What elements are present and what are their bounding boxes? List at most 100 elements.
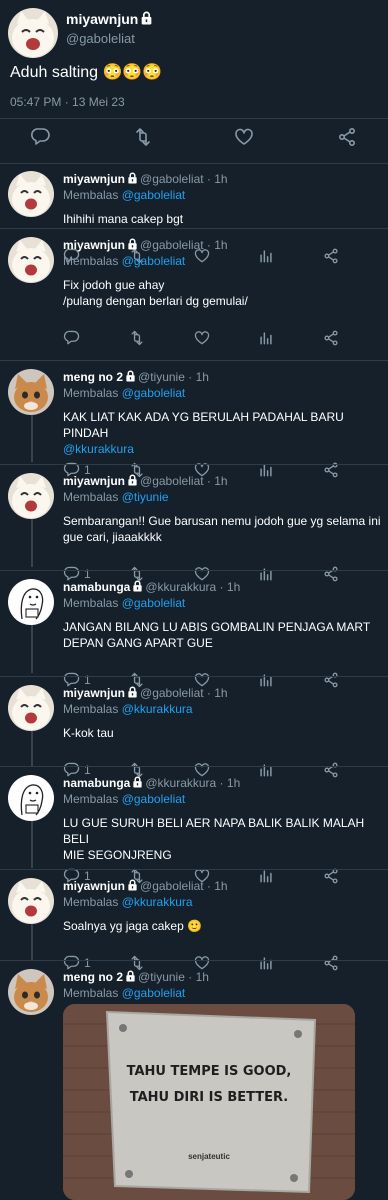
replying-to-mention[interactable]: @gaboleliat — [122, 254, 186, 268]
user-handle[interactable]: @kkurakkura — [145, 776, 216, 790]
user-handle[interactable]: @gaboleliat — [66, 31, 135, 46]
avatar[interactable] — [8, 775, 54, 821]
like-button[interactable] — [193, 327, 211, 349]
reply-header: namabunga @kkurakkura · 1h — [63, 776, 240, 790]
retweet-button[interactable] — [128, 327, 146, 349]
reply-time[interactable]: 1h — [196, 370, 209, 384]
lock-icon — [128, 879, 137, 891]
tweet-text-line: MIE SEGONJRENG — [63, 848, 172, 862]
replying-to-label: Membalas — [63, 895, 119, 909]
user-handle[interactable]: @gaboleliat — [140, 686, 204, 700]
share-button[interactable] — [336, 126, 358, 148]
replying-to-mention[interactable]: @gaboleliat — [122, 188, 186, 202]
lock-icon — [126, 970, 135, 982]
separator-dot: · — [203, 172, 215, 186]
avatar[interactable] — [8, 969, 54, 1015]
tweet-text-line: Ihihihi mana cakep bgt — [63, 212, 184, 226]
user-handle[interactable]: @tiyunie — [138, 970, 185, 984]
user-handle[interactable]: @gaboleliat — [140, 474, 204, 488]
reply-time[interactable]: 1h — [214, 474, 227, 488]
avatar[interactable] — [8, 8, 58, 58]
reply-button[interactable] — [30, 126, 52, 148]
analytics-icon — [260, 332, 272, 345]
reply-header: namabunga @kkurakkura · 1h — [63, 580, 240, 594]
reply-time[interactable]: 1h — [214, 172, 227, 186]
retweet-icon — [131, 330, 143, 346]
display-name[interactable]: miyawnjun — [63, 686, 125, 700]
replying-to-label: Membalas — [63, 986, 119, 1000]
replying-to-mention[interactable]: @gaboleliat — [122, 792, 186, 806]
replying-to-mention[interactable]: @gaboleliat — [122, 986, 186, 1000]
image-text-line2: TAHU DIRI IS BETTER. — [129, 1090, 289, 1105]
separator-dot: · — [203, 686, 215, 700]
replying-to: Membalas @gaboleliat — [63, 386, 185, 400]
reply-time[interactable]: 1h — [214, 879, 227, 893]
display-name[interactable]: miyawnjun — [63, 879, 125, 893]
user-handle[interactable]: @gaboleliat — [140, 172, 204, 186]
reply-header: miyawnjun @gaboleliat · 1h — [63, 686, 228, 700]
display-name[interactable]: miyawnjun — [63, 172, 125, 186]
replying-to: Membalas @gaboleliat — [63, 792, 185, 806]
avatar[interactable] — [8, 237, 54, 283]
tweet-text-line: K-kok tau — [63, 726, 114, 740]
user-handle[interactable]: @gaboleliat — [140, 879, 204, 893]
analytics-button[interactable] — [257, 327, 275, 349]
replying-to: Membalas @gaboleliat — [63, 254, 185, 268]
separator-dot: · — [203, 474, 215, 488]
reply-time[interactable]: 1h — [227, 580, 240, 594]
separator-dot: · — [216, 776, 227, 790]
like-button[interactable] — [233, 126, 255, 148]
reply-header: miyawnjun @gaboleliat · 1h — [63, 238, 228, 252]
replying-to-label: Membalas — [63, 386, 119, 400]
user-handle[interactable]: @tiyunie — [138, 370, 185, 384]
avatar[interactable] — [8, 878, 54, 924]
image-text-line1: TAHU TEMPE IS GOOD, — [126, 1064, 292, 1079]
replying-to-label: Membalas — [63, 188, 119, 202]
avatar[interactable] — [8, 579, 54, 625]
display-name[interactable]: miyawnjun — [63, 474, 125, 488]
reply-header: miyawnjun @gaboleliat · 1h — [63, 879, 228, 893]
reply-time[interactable]: 1h — [214, 686, 227, 700]
reply-time[interactable]: 1h — [196, 970, 209, 984]
tweet-text-line: Sembarangan!! Gue barusan nemu jodoh gue… — [63, 514, 381, 528]
reply-tweet: miyawnjun @gaboleliat · 1h Membalas @kkura… — [0, 870, 388, 971]
replying-to-mention[interactable]: @kkurakkura — [122, 895, 193, 909]
tweet-text-line: /pulang dengan berlari dg gemulai/ — [63, 294, 248, 308]
display-name[interactable]: namabunga — [63, 776, 130, 790]
mention-link[interactable]: @kkurakkura — [63, 441, 381, 457]
replying-to-mention[interactable]: @gaboleliat — [122, 386, 186, 400]
tweet-text: Aduh salting 😳😳😳 — [10, 64, 163, 81]
display-name[interactable]: meng no 2 — [63, 970, 123, 984]
display-name[interactable]: namabunga — [63, 580, 130, 594]
reply-button[interactable] — [63, 327, 81, 349]
retweet-button[interactable] — [132, 126, 154, 148]
reply-time[interactable]: 1h — [227, 776, 240, 790]
reply-header: miyawnjun @gaboleliat · 1h — [63, 474, 228, 488]
reply-icon — [63, 330, 80, 345]
tweet-text: Ihihihi mana cakep bgt — [63, 211, 381, 227]
tweet-timestamp[interactable]: 05:47 PM · 13 Mei 23 — [10, 95, 125, 109]
separator-dot: · — [184, 970, 196, 984]
display-name[interactable]: meng no 2 — [63, 370, 123, 384]
avatar[interactable] — [8, 685, 54, 731]
tweet-image[interactable]: TAHU TEMPE IS GOOD, TAHU DIRI IS BETTER.… — [63, 1004, 355, 1200]
tweet-text: Fix jodoh gue ahay/pulang dengan berlari… — [63, 277, 381, 309]
replying-to-mention[interactable]: @tiyunie — [122, 490, 169, 504]
separator-dot: · — [184, 370, 196, 384]
reply-header: miyawnjun @gaboleliat · 1h — [63, 172, 228, 186]
reply-time[interactable]: 1h — [214, 238, 227, 252]
avatar[interactable] — [8, 369, 54, 415]
user-handle[interactable]: @kkurakkura — [145, 580, 216, 594]
tweet-text-line: JANGAN BILANG LU ABIS GOMBALIN PENJAGA M… — [63, 620, 371, 634]
avatar[interactable] — [8, 473, 54, 519]
avatar[interactable] — [8, 171, 54, 217]
user-handle[interactable]: @gaboleliat — [140, 238, 204, 252]
share-button[interactable] — [322, 327, 340, 349]
replying-to-mention[interactable]: @kkurakkura — [122, 702, 193, 716]
display-name[interactable]: miyawnjun — [63, 238, 125, 252]
tweet-text-line: Soalnya yg jaga cakep 🙂 — [63, 919, 203, 933]
reply-tweet: miyawnjun @gaboleliat · 1h Membalas @kkura… — [0, 677, 388, 778]
replying-to-mention[interactable]: @gaboleliat — [122, 596, 186, 610]
display-name[interactable]: miyawnjun — [66, 11, 155, 27]
replying-to-label: Membalas — [63, 490, 119, 504]
